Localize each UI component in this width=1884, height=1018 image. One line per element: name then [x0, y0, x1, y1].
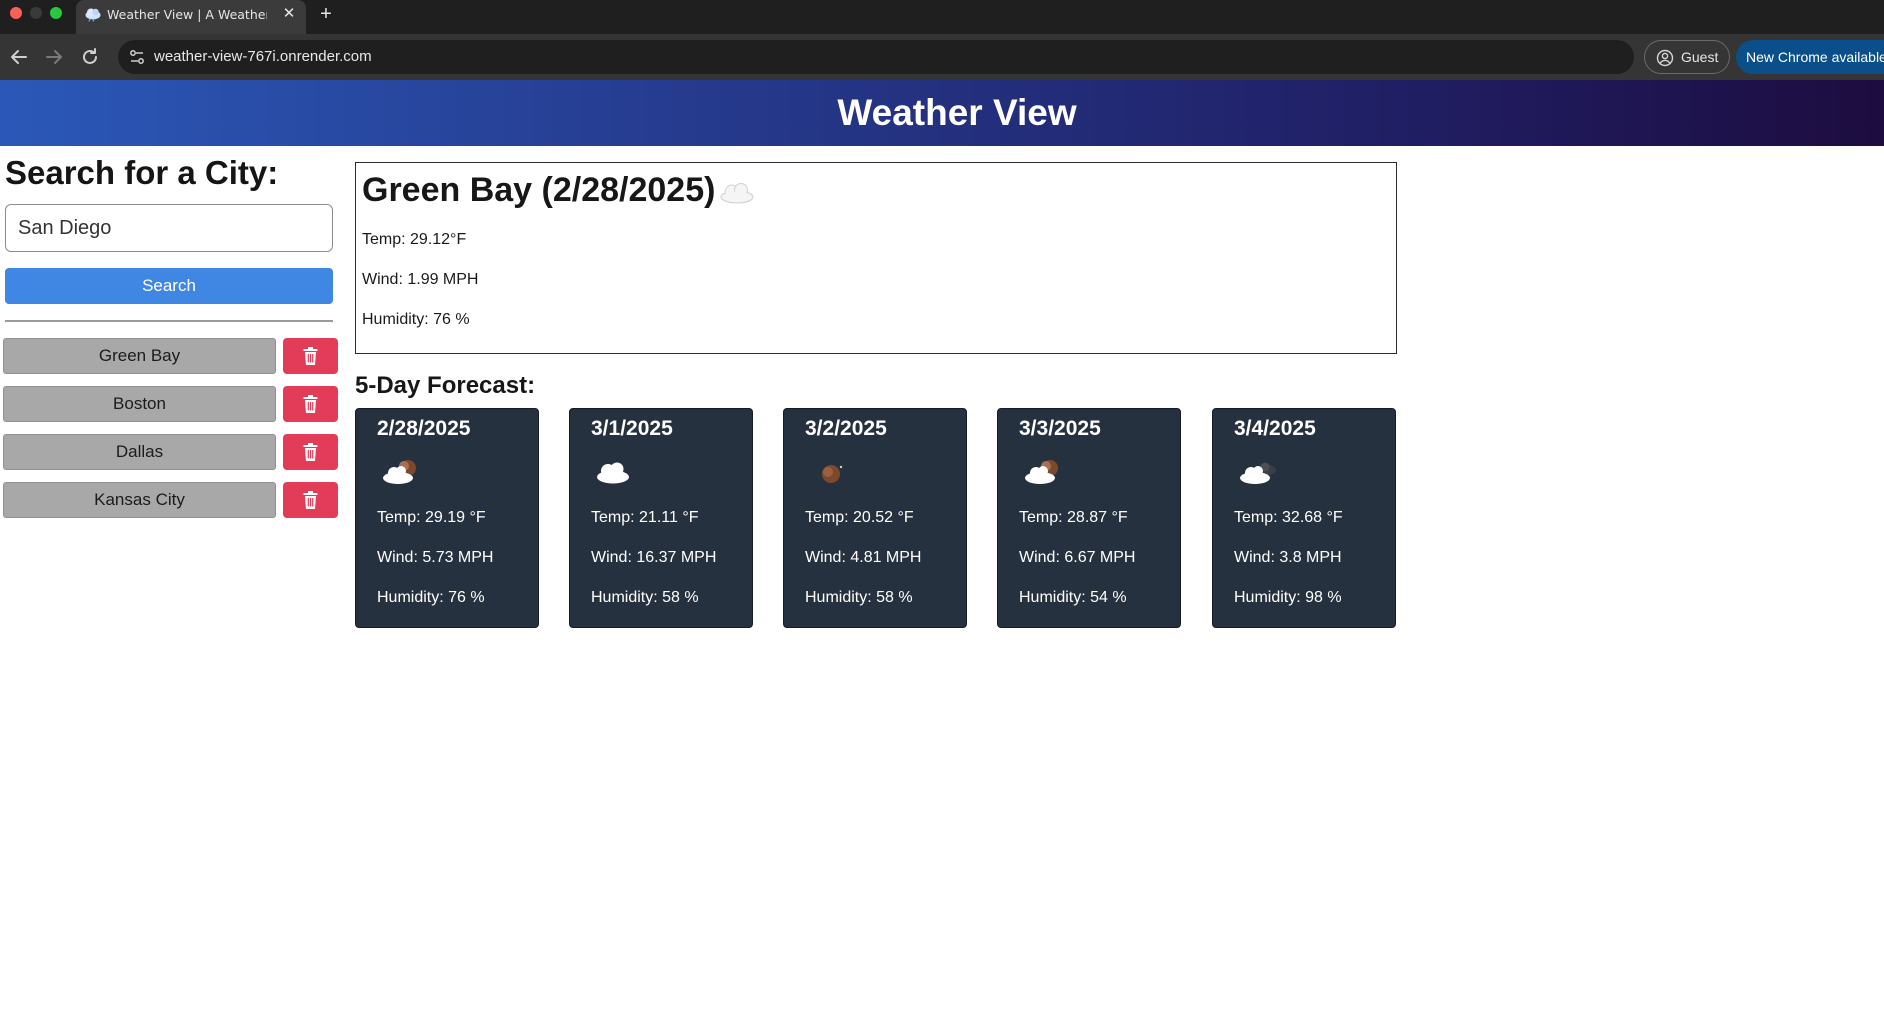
guest-label: Guest [1681, 49, 1719, 65]
forecast-date: 3/1/2025 [591, 417, 673, 440]
moon-icon [822, 465, 843, 483]
forecast-temp: Temp: 28.87 °F [1019, 509, 1128, 526]
history-item-boston[interactable]: Boston [3, 386, 276, 422]
forecast-wind: Wind: 4.81 MPH [805, 549, 922, 566]
delete-kansas-city-button[interactable] [283, 482, 338, 518]
trash-icon [303, 443, 318, 461]
cloud-favicon-icon [85, 8, 101, 22]
search-divider [5, 320, 333, 322]
browser-toolbar: weather-view-767i.onrender.com Guest New… [0, 34, 1884, 80]
site-title: Weather View [837, 92, 1077, 133]
cloud-moon-icon [383, 460, 416, 484]
site-header: Weather View [0, 80, 1884, 146]
forecast-card: 3/4/2025 Temp: 32.68 °F Wind: 3.8 MPH Hu… [1212, 408, 1396, 628]
current-temp: Temp: 29.12°F [362, 231, 467, 248]
forecast-wind: Wind: 3.8 MPH [1234, 549, 1342, 566]
new-tab-icon[interactable]: + [316, 2, 336, 26]
forecast-date: 3/2/2025 [805, 417, 887, 440]
trash-icon [303, 395, 318, 413]
forecast-humidity: Humidity: 58 % [591, 589, 699, 606]
window-minimize-icon[interactable] [30, 7, 42, 19]
forecast-card: 3/1/2025 Temp: 21.11 °F Wind: 16.37 MPH … [569, 408, 753, 628]
forward-arrow-icon[interactable] [42, 45, 66, 69]
search-button[interactable]: Search [5, 268, 333, 304]
window-maximize-icon[interactable] [50, 7, 62, 19]
cloud-moon-icon [1025, 460, 1058, 484]
guest-profile-button[interactable]: Guest [1644, 40, 1730, 74]
browser-tab-active[interactable]: Weather View | A Weather Dashboard ✕ [76, 0, 306, 34]
current-weather-title: Green Bay (2/28/2025) [362, 171, 716, 209]
city-search-input[interactable] [5, 204, 333, 252]
browser-tab-bar: Weather View | A Weather Dashboard ✕ + [0, 0, 1884, 34]
forecast-wind: Wind: 6.67 MPH [1019, 549, 1136, 566]
forecast-humidity: Humidity: 76 % [377, 589, 485, 606]
current-wind: Wind: 1.99 MPH [362, 271, 479, 288]
chrome-update-button[interactable]: New Chrome available [1736, 40, 1884, 74]
delete-boston-button[interactable] [283, 386, 338, 422]
forecast-humidity: Humidity: 58 % [805, 589, 913, 606]
forecast-card: 2/28/2025 Temp: 29.19 °F Wind: 5.73 MPH … [355, 408, 539, 628]
forecast-temp: Temp: 29.19 °F [377, 509, 486, 526]
current-humidity: Humidity: 76 % [362, 311, 470, 328]
forecast-humidity: Humidity: 54 % [1019, 589, 1127, 606]
forecast-humidity: Humidity: 98 % [1234, 589, 1342, 606]
forecast-date: 3/3/2025 [1019, 417, 1101, 440]
tab-close-icon[interactable]: ✕ [280, 5, 298, 23]
address-bar[interactable]: weather-view-767i.onrender.com [118, 40, 1634, 74]
current-weather-card: Green Bay (2/28/2025) Temp: 29.12°F Wind… [355, 162, 1397, 354]
forecast-date: 2/28/2025 [377, 417, 471, 440]
address-url: weather-view-767i.onrender.com [154, 48, 372, 65]
history-item-dallas[interactable]: Dallas [3, 434, 276, 470]
forecast-card: 3/2/2025 Temp: 20.52 °F Wind: 4.81 MPH H… [783, 408, 967, 628]
cloud-icon [720, 183, 754, 204]
profile-icon [1656, 49, 1674, 67]
forecast-date: 3/4/2025 [1234, 417, 1316, 440]
reload-icon[interactable] [78, 45, 102, 69]
forecast-card: 3/3/2025 Temp: 28.87 °F Wind: 6.67 MPH H… [997, 408, 1181, 628]
forecast-wind: Wind: 5.73 MPH [377, 549, 494, 566]
cloud-icon [597, 462, 629, 484]
delete-green-bay-button[interactable] [283, 338, 338, 374]
forecast-heading: 5-Day Forecast: [355, 372, 536, 399]
trash-icon [303, 347, 318, 365]
back-arrow-icon[interactable] [7, 45, 31, 69]
site-info-icon[interactable] [128, 48, 146, 66]
search-heading: Search for a City: [5, 154, 279, 191]
delete-dallas-button[interactable] [283, 434, 338, 470]
broken-clouds-icon [1240, 462, 1276, 484]
forecast-wind: Wind: 16.37 MPH [591, 549, 717, 566]
history-item-kansas-city[interactable]: Kansas City [3, 482, 276, 518]
window-close-icon[interactable] [10, 7, 22, 19]
trash-icon [303, 491, 318, 509]
forecast-temp: Temp: 20.52 °F [805, 509, 914, 526]
forecast-temp: Temp: 21.11 °F [591, 509, 699, 526]
forecast-temp: Temp: 32.68 °F [1234, 509, 1343, 526]
browser-tab-title: Weather View | A Weather Dashboard [107, 7, 267, 22]
history-item-green-bay[interactable]: Green Bay [3, 338, 276, 374]
